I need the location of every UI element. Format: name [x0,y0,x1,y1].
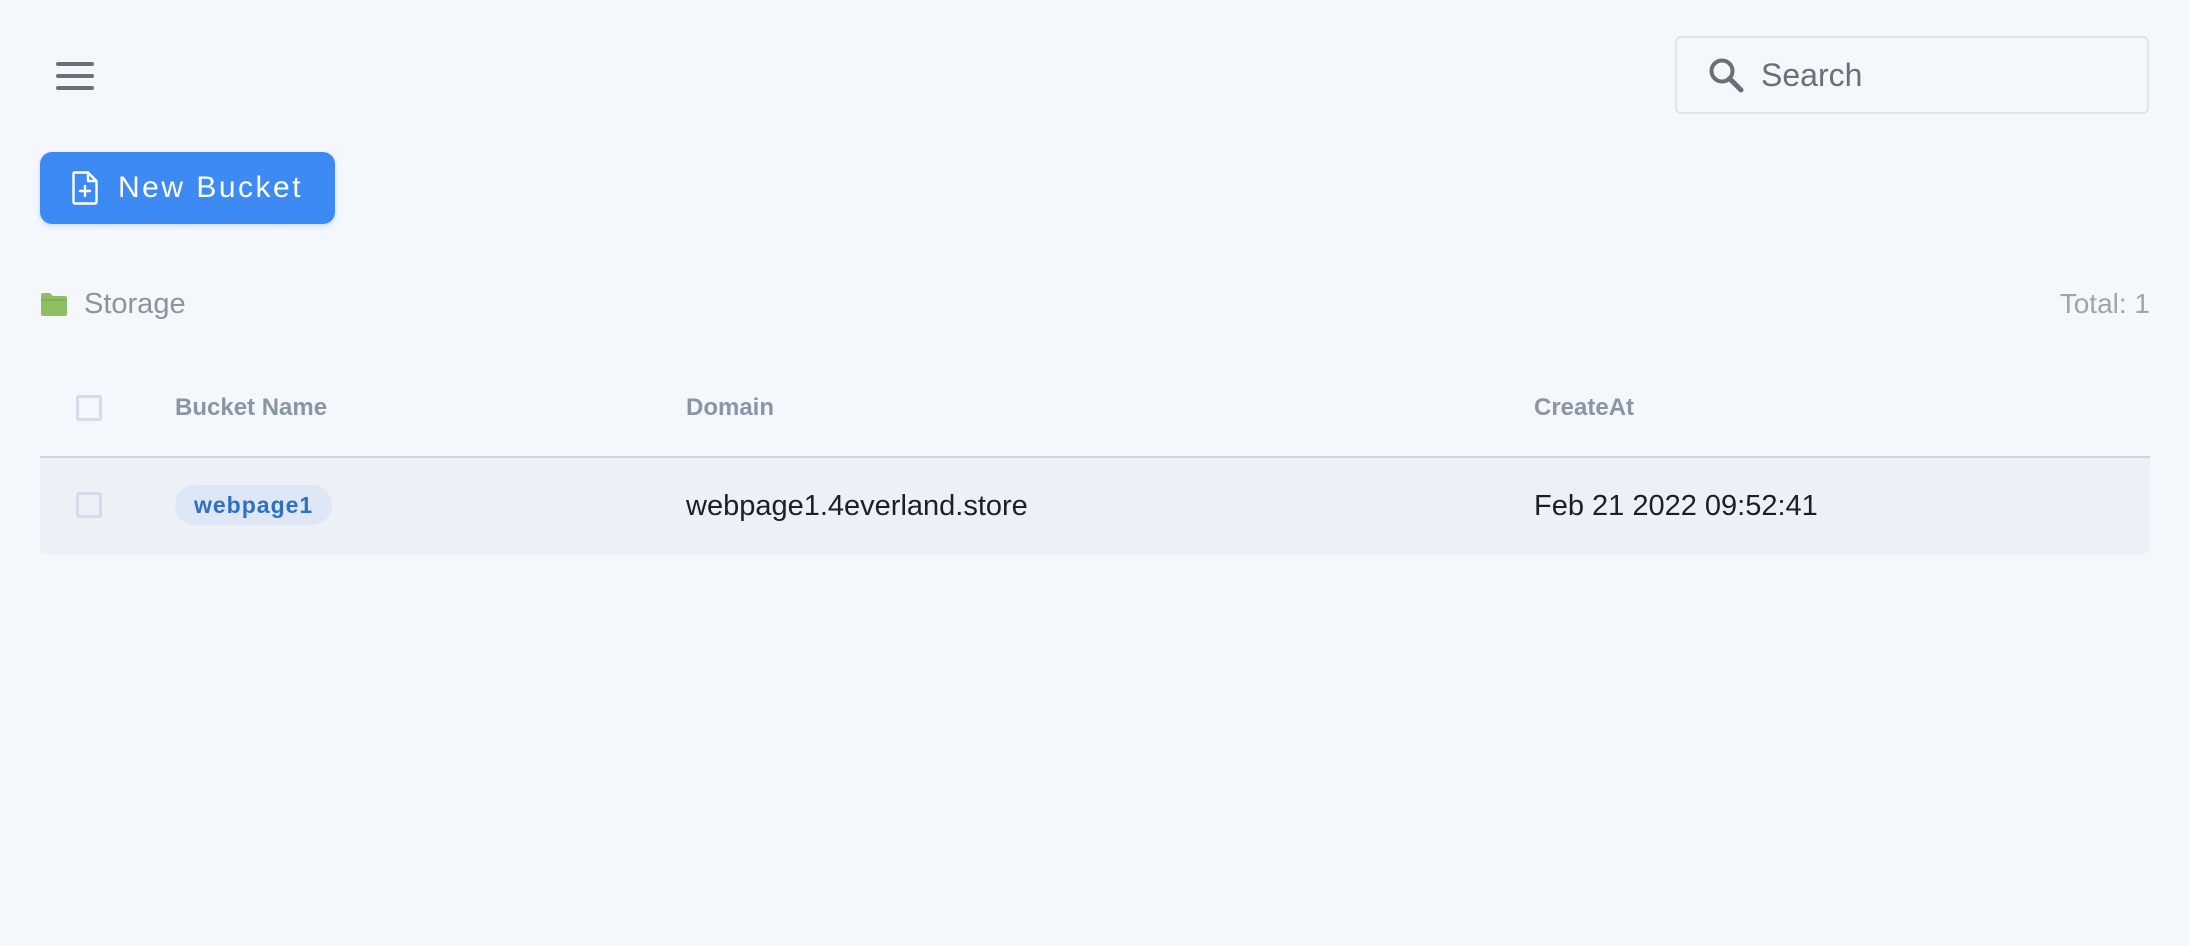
search-icon [1709,58,1744,93]
bucket-created-at: Feb 21 2022 09:52:41 [1534,490,1818,522]
search-box[interactable] [1675,36,2149,114]
select-all-checkbox[interactable] [76,395,102,421]
column-header-createat[interactable]: CreateAt [1534,372,1634,444]
hamburger-menu-icon[interactable] [56,62,94,90]
table-row[interactable]: webpage1 webpage1.4everland.store Feb 21… [40,458,2150,554]
breadcrumb-storage[interactable]: Storage [84,288,186,321]
bucket-name-tag[interactable]: webpage1 [175,485,333,525]
column-header-domain[interactable]: Domain [686,372,774,444]
total-count: Total: 1 [2059,288,2150,319]
menu-line [56,74,94,78]
row-checkbox[interactable] [76,492,102,518]
new-bucket-label: New Bucket [118,171,304,204]
table-header: Bucket Name Domain CreateAt [40,372,2150,458]
bucket-domain: webpage1.4everland.store [686,490,1028,522]
new-bucket-button[interactable]: New Bucket [40,152,335,224]
column-header-bucket-name[interactable]: Bucket Name [175,372,327,444]
folder-icon [41,293,67,316]
breadcrumb: Storage [40,286,186,322]
file-plus-icon [72,171,98,205]
buckets-table: Bucket Name Domain CreateAt webpage1 web… [40,372,2150,554]
menu-line [56,86,94,90]
menu-line [56,62,94,66]
search-input[interactable] [1761,56,2121,94]
